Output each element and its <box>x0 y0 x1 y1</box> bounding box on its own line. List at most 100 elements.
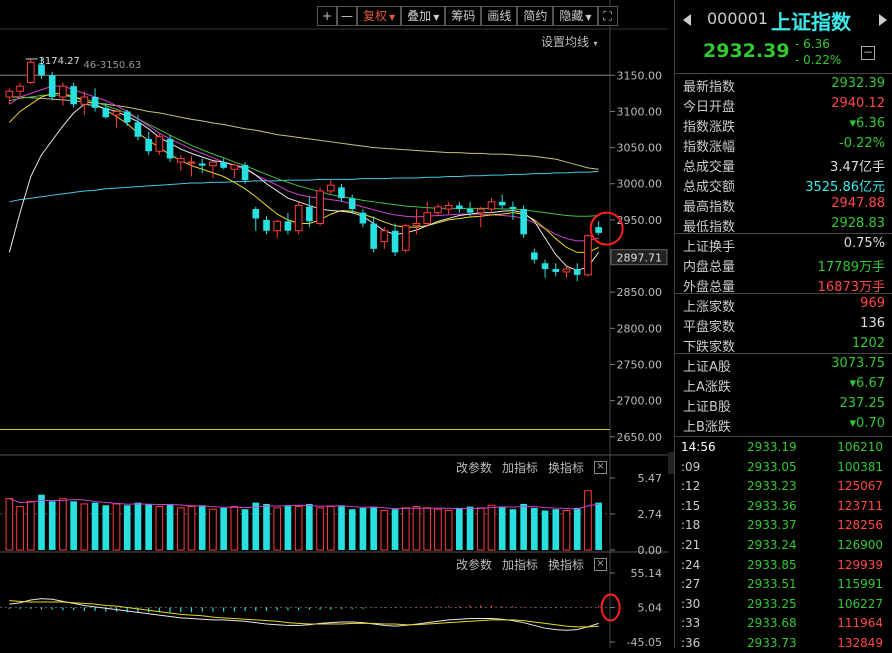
tick-time: :18 <box>681 518 701 533</box>
y-tick-label: 2800.00 <box>617 322 663 335</box>
volume-bar <box>487 504 496 551</box>
volume-bar <box>263 503 270 550</box>
hide-label: 隐藏 <box>559 9 584 23</box>
candle-body <box>412 223 421 227</box>
stat-row: 上证A股 3073.75 <box>675 354 889 375</box>
stat-label: 总成交量 <box>683 160 736 175</box>
stat-label: 上证A股 <box>683 360 731 375</box>
volume-bar <box>26 500 35 551</box>
stat-row: 最高指数 2947.88 <box>675 194 889 215</box>
candle-body <box>123 111 131 123</box>
tick-price: 2933.23 <box>747 479 797 494</box>
macd-edit-params-button[interactable]: 改参数 <box>456 556 492 573</box>
candle-body <box>273 220 282 232</box>
y-tick-label: 3000.00 <box>617 178 663 191</box>
change-percent: - 0.22% <box>795 53 842 67</box>
stat-label: 上证换手 <box>683 240 736 255</box>
volume-bar <box>520 503 527 550</box>
stock-name: 上证指数 <box>771 10 851 34</box>
stock-code: 000001 <box>707 9 769 28</box>
stat-row: 上A涨跌 ▾6.67 <box>675 374 889 395</box>
stat-value: 0.75% <box>843 236 885 251</box>
vol-add-indicator-button[interactable]: 加指标 <box>502 459 538 476</box>
vol-close-icon[interactable]: × <box>594 461 607 474</box>
volume-bar <box>509 509 517 550</box>
kline-chart[interactable]: 3150.003100.003050.003000.002950.002900.… <box>0 0 668 648</box>
fullscreen-icon[interactable]: ⛶ <box>597 6 618 26</box>
candle-body <box>498 201 506 206</box>
tick-volume: 106210 <box>837 440 883 454</box>
tick-price: 2933.24 <box>747 538 797 552</box>
macd-add-indicator-button[interactable]: 加指标 <box>502 556 538 573</box>
draw-line-button[interactable]: 画线 <box>481 6 518 26</box>
volume-bar <box>187 506 196 551</box>
candle-body <box>145 138 152 152</box>
candle-body <box>220 162 227 168</box>
stat-row: 外盘总量 16873万手 <box>675 274 889 295</box>
stat-value: 136 <box>860 316 885 331</box>
candle-body <box>241 164 249 181</box>
volume-bar <box>573 507 581 550</box>
candle-body <box>48 75 56 97</box>
volume-bar <box>423 507 432 551</box>
stat-value: 2928.83 <box>831 216 885 231</box>
stat-label: 内盘总量 <box>683 260 736 275</box>
price-change: - 6.36 - 0.22% <box>795 36 841 68</box>
stat-row: 下跌家数 1202 <box>675 334 889 355</box>
vol-y-label: 2.74 <box>638 508 663 521</box>
zoom-out-button[interactable]: — <box>337 6 357 26</box>
tick-volume: 115991 <box>837 577 883 592</box>
volume-bar <box>541 510 549 550</box>
tick-row: :09 2933.05 100381 <box>675 458 889 477</box>
ma-settings-button[interactable]: 设置均线 ▾ <box>541 33 598 50</box>
tick-volume: 129939 <box>837 557 883 572</box>
collapse-button[interactable]: − <box>861 46 875 60</box>
tick-volume: 111964 <box>837 616 883 631</box>
high-label: 3174.27 <box>39 56 80 67</box>
stat-label: 今日开盘 <box>683 100 736 115</box>
stat-label: 平盘家数 <box>683 320 736 335</box>
candle-body <box>91 96 99 108</box>
tick-price: 2933.36 <box>747 498 797 513</box>
stat-value: 969 <box>860 296 885 311</box>
quote-panel: 000001 上证指数 2932.39 - 6.36 - 0.22% − 最新指… <box>674 0 892 650</box>
simple-mode-button[interactable]: 简约 <box>517 6 554 26</box>
y-tick-label: 3150.00 <box>617 69 663 82</box>
candle-body <box>263 219 270 231</box>
volume-bar <box>306 503 313 550</box>
macd-close-icon[interactable]: × <box>594 558 607 571</box>
stat-row: 平盘家数 136 <box>675 314 889 335</box>
macd-switch-indicator-button[interactable]: 换指标 <box>548 556 584 573</box>
current-price: 2932.39 <box>703 40 790 62</box>
stat-value: 3.47亿手 <box>830 160 885 175</box>
candle-body <box>5 90 14 98</box>
stat-value: -0.22% <box>839 136 885 151</box>
next-stock-icon[interactable] <box>879 14 887 26</box>
candle-body <box>370 223 377 249</box>
zoom-in-button[interactable]: + <box>317 6 337 26</box>
candle-body <box>166 138 174 159</box>
vol-switch-indicator-button[interactable]: 换指标 <box>548 459 584 476</box>
candle-body <box>70 86 77 105</box>
candle-body <box>456 205 463 210</box>
prev-stock-icon[interactable] <box>683 14 691 26</box>
tick-price: 2933.25 <box>747 596 797 611</box>
chart-toolbar: + — 复权 ▼ 叠加 ▼ 筹码 画线 简约 隐藏 ▼ ⛶ <box>317 6 618 26</box>
tick-time: :09 <box>681 459 701 474</box>
tick-time: :30 <box>681 596 701 611</box>
macd-dea-line <box>9 600 599 628</box>
candle-body <box>102 107 110 118</box>
chip-button[interactable]: 筹码 <box>445 6 482 26</box>
stat-row: 最新指数 2932.39 <box>675 74 889 95</box>
ma-yellow-line <box>9 92 599 253</box>
tick-volume: 126900 <box>837 538 883 552</box>
candle-body <box>520 209 527 235</box>
volume-bar <box>348 509 356 550</box>
volume-bar <box>498 506 506 550</box>
candle-body <box>59 85 67 98</box>
overlay-dropdown[interactable]: 叠加 ▼ <box>401 6 446 26</box>
hide-dropdown[interactable]: 隐藏 ▼ <box>553 6 598 26</box>
vol-edit-params-button[interactable]: 改参数 <box>456 459 492 476</box>
fuquan-dropdown[interactable]: 复权 ▼ <box>357 6 402 26</box>
tick-time: :12 <box>681 479 701 494</box>
